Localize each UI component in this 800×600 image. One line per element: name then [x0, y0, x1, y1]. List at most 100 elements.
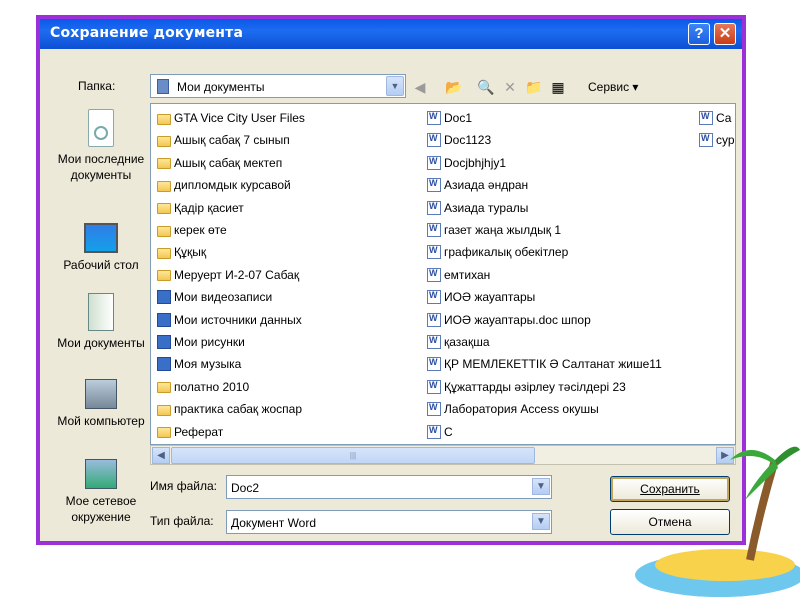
- word-document-icon: [427, 357, 441, 372]
- file-item[interactable]: Са: [699, 108, 731, 128]
- file-name: ИОӘ жауаптары: [444, 290, 536, 305]
- file-list[interactable]: GTA Vice City User Files Ашық сабақ 7 сын…: [150, 103, 736, 445]
- title-bar: Сохранение документа ? ✕: [40, 19, 742, 49]
- folder-icon: [157, 158, 171, 170]
- file-name: Құжаттарды әзірлеу тәсілдері 23: [444, 379, 626, 394]
- place-recent[interactable]: Мои последние документы: [54, 109, 148, 183]
- word-document-icon: [427, 335, 441, 349]
- file-name: ИОӘ жауаптары.doc шпор: [444, 312, 591, 327]
- file-item[interactable]: Азиада туралы: [427, 198, 528, 218]
- chevron-down-icon[interactable]: ▼: [532, 513, 550, 530]
- file-item[interactable]: дипломдык курсавой: [157, 175, 291, 195]
- file-item[interactable]: полатно 2010: [157, 377, 249, 397]
- file-item[interactable]: ИОӘ жауаптары: [427, 287, 535, 307]
- folder-icon: [157, 135, 171, 147]
- file-item[interactable]: Азиада әндран: [427, 175, 528, 195]
- file-item[interactable]: практика сабақ жоспар: [157, 399, 302, 419]
- chevron-down-icon[interactable]: ▼: [386, 76, 404, 96]
- folder-icon: [157, 382, 171, 394]
- file-name: Doc1: [444, 111, 473, 125]
- file-item[interactable]: сур: [699, 130, 735, 150]
- close-button[interactable]: ✕: [714, 23, 736, 45]
- file-item[interactable]: Қадір қасиет: [157, 198, 244, 218]
- file-item[interactable]: газет жаңа жылдық 1: [427, 220, 561, 240]
- place-network[interactable]: Мое сетевое окружение: [54, 459, 148, 525]
- file-name: Қадір қасиет: [174, 200, 244, 215]
- file-item[interactable]: Doc1: [427, 108, 472, 128]
- file-item[interactable]: GTA Vice City User Files: [157, 108, 305, 128]
- place-my-computer[interactable]: Мой компьютер: [54, 379, 148, 429]
- delete-icon[interactable]: ✕: [500, 77, 520, 97]
- word-document-icon: [427, 379, 441, 394]
- file-item[interactable]: ИОӘ жауаптары.doc шпор: [427, 310, 591, 330]
- file-item[interactable]: Ашық сабақ мектеп: [157, 153, 282, 173]
- place-my-computer-label: Мой компьютер: [57, 414, 145, 428]
- file-item[interactable]: Doc1123: [427, 130, 491, 150]
- filename-value: Doc2: [231, 481, 260, 495]
- folder-icon: [157, 427, 171, 439]
- views-icon[interactable]: ▦: [548, 77, 568, 97]
- word-document-icon: [699, 133, 713, 148]
- folder-icon: [157, 113, 171, 125]
- new-folder-icon[interactable]: 📁: [524, 77, 544, 97]
- tools-menu[interactable]: Сервис ▾: [588, 80, 638, 94]
- place-my-documents[interactable]: Мои документы: [54, 293, 148, 351]
- file-name: Ашық сабақ мектеп: [174, 155, 283, 170]
- file-item[interactable]: Моя музыка: [157, 354, 241, 374]
- file-name: С: [444, 424, 453, 439]
- file-item[interactable]: Docjbhjhjy1: [427, 153, 506, 173]
- file-item[interactable]: керек өте: [157, 220, 227, 240]
- word-document-icon: [427, 312, 441, 327]
- file-item[interactable]: Мои источники данных: [157, 310, 302, 330]
- folder-select[interactable]: Мои документы ▼: [150, 74, 406, 98]
- file-item[interactable]: Меруерт И-2-07 Сабақ: [157, 265, 299, 285]
- file-item[interactable]: емтихан: [427, 265, 490, 285]
- dialog-title: Сохранение документа: [50, 25, 244, 41]
- desktop-icon: [84, 223, 118, 253]
- scroll-left-icon[interactable]: ◀: [152, 447, 170, 464]
- file-item[interactable]: Мои видеозаписи: [157, 287, 272, 307]
- scroll-thumb[interactable]: |||: [171, 447, 535, 464]
- folder-label: Папка:: [78, 79, 116, 93]
- file-item[interactable]: графикалық обекітлер: [427, 242, 568, 262]
- special-folder-icon: [157, 357, 171, 372]
- file-name: Docjbhjhjy1: [444, 155, 507, 170]
- word-document-icon: [427, 402, 441, 417]
- special-folder-icon: [157, 290, 171, 305]
- word-document-icon: [427, 111, 441, 125]
- folder-icon: [157, 225, 171, 237]
- word-document-icon: [427, 178, 441, 193]
- folder-icon: [157, 203, 171, 215]
- help-button[interactable]: ?: [688, 23, 710, 45]
- file-name: керек өте: [174, 223, 227, 237]
- filename-label: Имя файла:: [150, 479, 217, 493]
- file-item[interactable]: Ашық сабақ 7 сынып: [157, 130, 290, 150]
- file-item[interactable]: ҚР МЕМЛЕКЕТТІК Ә Салтанат жише11: [427, 354, 662, 374]
- file-item[interactable]: Реферат: [157, 422, 223, 442]
- file-item[interactable]: С: [427, 422, 453, 442]
- network-icon: [85, 459, 117, 489]
- word-document-icon: [427, 267, 441, 282]
- file-item[interactable]: Мои рисунки: [157, 332, 245, 352]
- file-name: қазақша: [444, 335, 490, 349]
- file-item[interactable]: қазақша: [427, 332, 490, 352]
- folder-icon: [157, 270, 171, 282]
- folder-icon: [157, 180, 171, 192]
- file-item[interactable]: Құжаттарды әзірлеу тәсілдері 23: [427, 377, 626, 397]
- place-desktop[interactable]: Рабочий стол: [54, 223, 148, 273]
- file-name: Мои источники данных: [174, 312, 302, 327]
- recent-docs-icon: [88, 109, 114, 147]
- filename-input[interactable]: Doc2 ▼: [226, 475, 552, 499]
- filetype-select[interactable]: Документ Word ▼: [226, 510, 552, 534]
- file-item[interactable]: Құқық: [157, 242, 206, 262]
- back-icon[interactable]: ◀: [410, 77, 430, 97]
- filetype-value: Документ Word: [231, 516, 317, 530]
- word-document-icon: [699, 111, 713, 125]
- up-folder-icon[interactable]: 📂: [444, 77, 464, 97]
- search-web-icon[interactable]: 🔍: [476, 77, 496, 97]
- file-name: Азиада туралы: [444, 200, 529, 215]
- file-item[interactable]: Лаборатория Access окушы: [427, 399, 599, 419]
- file-name: графикалық обекітлер: [444, 245, 569, 260]
- file-name: сур: [716, 133, 735, 148]
- chevron-down-icon[interactable]: ▼: [532, 478, 550, 495]
